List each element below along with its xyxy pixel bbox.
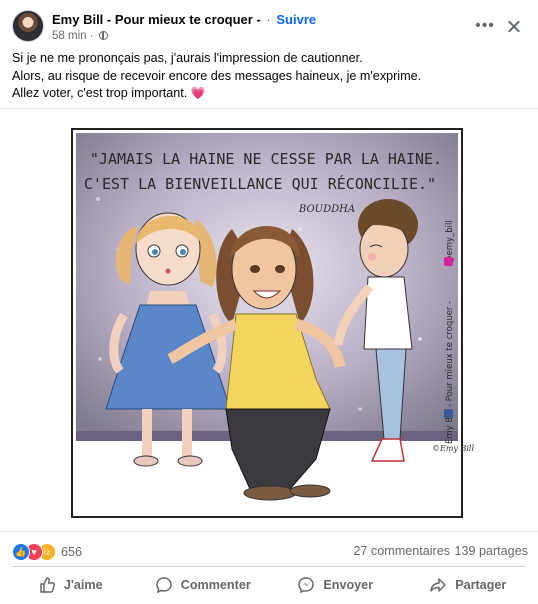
quote-line-2: C'EST LA BIENVEILLANCE QUI RÉCONCILIE." — [84, 174, 436, 193]
pink-heart-icon: 💗 — [190, 86, 206, 100]
like-label: J'aime — [63, 578, 103, 592]
post-timestamp[interactable]: 58 min — [52, 30, 87, 42]
illustration-svg: "JAMAIS LA HAINE NE CESSE PAR LA HAINE. … — [71, 128, 474, 518]
side-credit: Emy Bill - Pour mieux te croquer - — [445, 301, 455, 444]
comment-icon — [155, 577, 172, 594]
post-header: Emy Bill - Pour mieux te croquer - · Sui… — [0, 0, 538, 44]
send-button[interactable]: Envoyer — [269, 569, 402, 601]
actions-divider — [12, 566, 526, 567]
comment-button[interactable]: Commenter — [137, 569, 270, 601]
facebook-icon — [444, 409, 453, 418]
page-avatar[interactable] — [12, 10, 44, 42]
send-label: Envoyer — [323, 578, 374, 592]
post-meta: 58 min · — [52, 30, 108, 42]
thumbs-up-icon — [40, 577, 55, 593]
follow-button[interactable]: Suivre — [276, 12, 316, 27]
message-line: Si je ne me prononçais pas, j'aurais l'i… — [12, 51, 363, 65]
close-button[interactable] — [502, 12, 526, 40]
page-name-link[interactable]: Emy Bill - Pour mieux te croquer - — [52, 12, 261, 27]
like-button[interactable]: J'aime — [4, 569, 137, 601]
reaction-count[interactable]: 656 — [61, 545, 82, 559]
ellipsis-icon: ••• — [475, 17, 495, 34]
message-line: Alors, au risque de recevoir encore des … — [12, 68, 422, 83]
quote-author: BOUDDHA — [298, 204, 355, 215]
message-line: Allez voter, c'est trop important. 💗 — [12, 85, 526, 103]
reactions-summary[interactable]: 👍 ♥ ☺ 656 — [12, 543, 82, 561]
more-options-button[interactable]: ••• — [470, 14, 500, 38]
quote-line-1: "JAMAIS LA HAINE NE CESSE PAR LA HAINE. — [90, 150, 442, 168]
instagram-icon — [444, 257, 453, 266]
message-line-text: Allez voter, c'est trop important. — [12, 86, 188, 100]
signature: ©Emy Bill — [432, 444, 474, 453]
title-separator: · — [266, 12, 271, 27]
post-image[interactable]: "JAMAIS LA HAINE NE CESSE PAR LA HAINE. … — [0, 108, 538, 532]
globe-icon — [98, 31, 108, 40]
share-button[interactable]: Partager — [402, 569, 535, 601]
comments-count[interactable]: 27 commentaires — [353, 544, 450, 558]
messenger-icon — [298, 577, 315, 594]
shares-count[interactable]: 139 partages — [454, 544, 528, 558]
comment-label: Commenter — [180, 578, 251, 592]
meta-separator: · — [89, 30, 94, 42]
share-label: Partager — [455, 578, 507, 592]
post-message: Si je ne me prononçais pas, j'aurais l'i… — [12, 50, 526, 103]
post-actions: J'aime Commenter Envoyer Partager — [4, 569, 534, 601]
share-icon — [430, 578, 446, 592]
like-icon: 👍 — [12, 543, 30, 561]
page-title-line: Emy Bill - Pour mieux te croquer - · Sui… — [52, 12, 316, 27]
